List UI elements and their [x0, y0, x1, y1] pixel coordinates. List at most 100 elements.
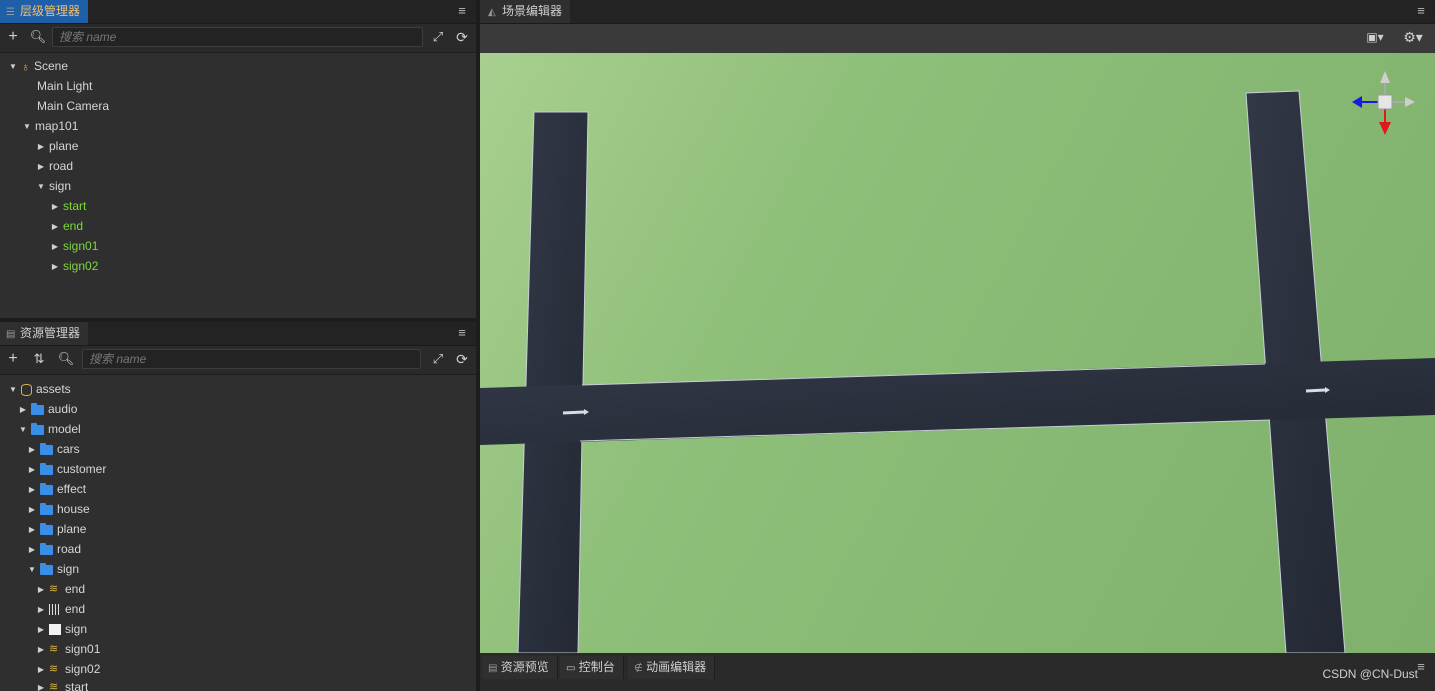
asset-house[interactable]: ▶ house	[27, 499, 90, 519]
search-filter-icon[interactable]: 🔍︎	[56, 350, 76, 368]
asset-model[interactable]: ▼ model	[18, 419, 81, 439]
asset-customer[interactable]: ▶ customer	[27, 459, 106, 479]
scene-canvas	[480, 71, 1435, 653]
asset-sign01[interactable]: ▶ ≋ sign01	[36, 639, 100, 659]
chevron-right-icon[interactable]: ▶	[36, 137, 46, 157]
tab-assets[interactable]: ▤ 资源管理器	[0, 322, 89, 345]
sort-icon[interactable]: ⇅	[29, 350, 49, 368]
hierarchy-tabbar: ☰ 层级管理器 ≡	[0, 0, 476, 24]
folder-icon	[40, 442, 53, 455]
asset-sign02[interactable]: ▶ ≋ sign02	[36, 659, 100, 679]
folder-icon	[31, 422, 44, 435]
chevron-right-icon[interactable]: ▶	[36, 620, 46, 640]
asset-sign-texture[interactable]: ▶ sign	[36, 619, 87, 639]
asset-cars[interactable]: ▶ cars	[27, 439, 80, 459]
console-icon: ▭	[566, 663, 576, 674]
asset-end-mesh[interactable]: ▶ end	[36, 599, 85, 619]
chevron-right-icon[interactable]: ▶	[36, 580, 46, 600]
add-asset-icon[interactable]: +	[4, 350, 22, 368]
chevron-right-icon[interactable]: ▶	[50, 237, 60, 257]
chevron-right-icon[interactable]: ▶	[50, 217, 60, 237]
chevron-right-icon[interactable]: ▶	[27, 540, 37, 560]
search-filter-icon[interactable]: 🔍︎	[28, 28, 48, 46]
expand-icon[interactable]: ⤢	[429, 350, 447, 368]
tree-node-sign[interactable]: ▼ sign	[36, 176, 71, 196]
preview-icon: ▤	[488, 663, 498, 674]
orientation-gizmo[interactable]	[1352, 71, 1415, 135]
assets-search-input[interactable]	[83, 350, 420, 368]
tree-node-end[interactable]: ▶ end	[50, 216, 83, 236]
chevron-right-icon[interactable]: ▶	[27, 520, 37, 540]
asset-sign-folder[interactable]: ▼ sign	[27, 559, 79, 579]
assets-search[interactable]	[82, 349, 421, 369]
tree-node-road[interactable]: ▶ road	[36, 156, 73, 176]
tree-node-main-camera[interactable]: Main Camera	[37, 96, 109, 116]
assets-menu-icon[interactable]: ≡	[456, 326, 468, 340]
tab-console[interactable]: ▭ 控制台	[560, 656, 624, 679]
watermark: CSDN @CN-Dust	[1322, 667, 1418, 681]
chevron-right-icon[interactable]: ▶	[36, 157, 46, 177]
tab-animation-editor[interactable]: ∉ 动画编辑器	[628, 656, 716, 679]
tab-scene-editor[interactable]: ◭ 场景编辑器	[480, 0, 571, 23]
folder-icon	[40, 522, 53, 535]
asset-end-prefab[interactable]: ▶ ≋ end	[36, 579, 85, 599]
chevron-down-icon[interactable]: ▼	[8, 380, 18, 400]
database-icon	[21, 383, 32, 396]
chevron-down-icon[interactable]: ▼	[22, 117, 32, 137]
tree-node-sign02[interactable]: ▶ sign02	[50, 256, 98, 276]
asset-start[interactable]: ▶ ≋ start	[36, 677, 88, 691]
hierarchy-toolbar: + 🔍︎ ⤢ ⟳	[0, 24, 476, 53]
assets-icon: ▤	[6, 329, 16, 340]
bottom-panel: ▤ 资源预览 ▭ 控制台 ∉ 动画编辑器 ≡	[480, 654, 1435, 691]
chevron-right-icon[interactable]: ▶	[36, 600, 46, 620]
tree-node-scene[interactable]: ▼ ♁ Scene	[8, 56, 68, 76]
refresh-icon[interactable]: ⟳	[453, 350, 471, 368]
chevron-right-icon[interactable]: ▶	[50, 257, 60, 277]
assets-toolbar: + ⇅ 🔍︎ ⤢ ⟳	[0, 346, 476, 375]
scene-menu-icon[interactable]: ≡	[1415, 4, 1427, 18]
tree-node-start[interactable]: ▶ start	[50, 196, 86, 216]
chevron-right-icon[interactable]: ▶	[27, 500, 37, 520]
scene-toolbar: ▣▾ ⚙▾	[480, 24, 1435, 53]
folder-icon	[40, 482, 53, 495]
animation-icon: ∉	[634, 663, 643, 674]
asset-effect[interactable]: ▶ effect	[27, 479, 86, 499]
prefab-icon: ≋	[49, 681, 59, 691]
expand-icon[interactable]: ⤢	[429, 28, 447, 46]
tree-node-main-light[interactable]: Main Light	[37, 76, 92, 96]
scene-panel: ◭ 场景编辑器 ≡ ▣▾ ⚙▾	[480, 0, 1435, 53]
chevron-down-icon[interactable]: ▼	[36, 177, 46, 197]
asset-assets[interactable]: ▼ assets	[8, 379, 71, 399]
chevron-right-icon[interactable]: ▶	[50, 197, 60, 217]
tab-asset-preview[interactable]: ▤ 资源预览	[482, 656, 558, 679]
asset-road[interactable]: ▶ road	[27, 539, 81, 559]
add-node-icon[interactable]: +	[4, 28, 22, 46]
chevron-right-icon[interactable]: ▶	[27, 440, 37, 460]
hierarchy-menu-icon[interactable]: ≡	[456, 4, 468, 18]
chevron-right-icon[interactable]: ▶	[36, 678, 46, 691]
chevron-down-icon[interactable]: ▼	[27, 560, 37, 580]
mesh-icon	[49, 604, 61, 616]
chevron-right-icon[interactable]: ▶	[36, 640, 46, 660]
hierarchy-search[interactable]	[52, 27, 423, 47]
prefab-icon: ≋	[49, 643, 59, 656]
scene-viewport[interactable]	[480, 53, 1435, 653]
asset-audio[interactable]: ▶ audio	[18, 399, 77, 419]
chevron-down-icon[interactable]: ▼	[8, 57, 18, 77]
tree-node-map101[interactable]: ▼ map101	[22, 116, 78, 136]
asset-plane[interactable]: ▶ plane	[27, 519, 86, 539]
gear-icon[interactable]: ⚙▾	[1400, 28, 1426, 46]
tree-node-sign01[interactable]: ▶ sign01	[50, 236, 98, 256]
tab-hierarchy[interactable]: ☰ 层级管理器	[0, 0, 89, 23]
chevron-right-icon[interactable]: ▶	[27, 460, 37, 480]
tree-node-plane[interactable]: ▶ plane	[36, 136, 78, 156]
refresh-icon[interactable]: ⟳	[453, 28, 471, 46]
hierarchy-search-input[interactable]	[53, 28, 422, 46]
chevron-right-icon[interactable]: ▶	[27, 480, 37, 500]
chevron-down-icon[interactable]: ▼	[18, 420, 28, 440]
assets-tabbar: ▤ 资源管理器 ≡	[0, 322, 476, 346]
camera-dropdown-icon[interactable]: ▣▾	[1362, 28, 1388, 46]
hierarchy-icon: ☰	[6, 7, 15, 18]
scene-tabbar: ◭ 场景编辑器 ≡	[480, 0, 1435, 24]
chevron-right-icon[interactable]: ▶	[18, 400, 28, 420]
